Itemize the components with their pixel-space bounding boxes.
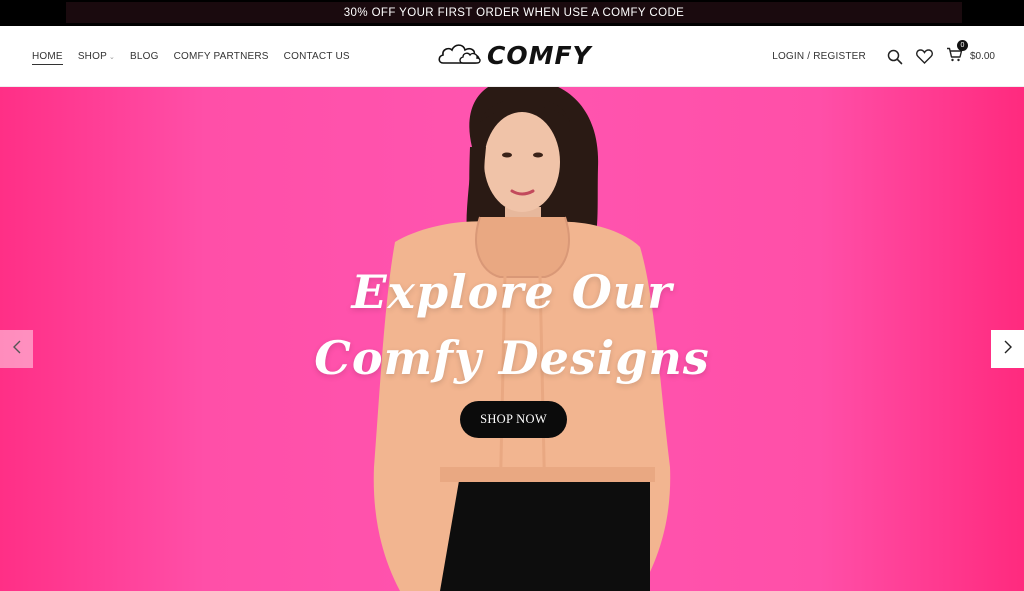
hero-title-line-2: Comfy Designs [314,331,710,385]
logo-text: COMFY [487,41,592,70]
header-tools: LOGIN / REGISTER 0 $0.00 [772,26,995,87]
slider-next-button[interactable] [991,330,1024,368]
nav-comfy-partners[interactable]: COMFY PARTNERS [174,51,269,62]
cart-total: $0.00 [969,51,995,62]
chevron-left-icon [12,340,22,359]
site-logo[interactable]: COMFY [437,39,592,72]
login-register-link[interactable]: LOGIN / REGISTER [772,51,866,62]
promo-banner: 30% OFF YOUR FIRST ORDER WHEN USE A COMF… [66,2,962,23]
promo-text: 30% OFF YOUR FIRST ORDER WHEN USE A COMF… [343,6,685,19]
cloud-icon [437,39,483,72]
nav-shop[interactable]: SHOP ⌄ [78,51,115,62]
nav-shop-label: SHOP [77,51,107,62]
search-icon[interactable] [885,47,905,67]
cart-count-badge: 0 [956,39,968,51]
nav-contact-us[interactable]: CONTACT US [284,51,350,62]
nav-blog[interactable]: BLOG [130,51,159,62]
nav-home[interactable]: HOME [32,51,63,65]
hero-title-line-1: Explore Our [351,265,673,319]
hero-slider: Explore Our Comfy Designs SHOP NOW [0,87,1024,591]
promo-bar: 30% OFF YOUR FIRST ORDER WHEN USE A COMF… [0,0,1024,26]
main-nav: HOME SHOP ⌄ BLOG COMFY PARTNERS CONTACT … [32,26,350,87]
chevron-down-icon: ⌄ [108,53,116,61]
slider-prev-button[interactable] [0,330,33,368]
cart-button[interactable]: 0 $0.00 [946,39,995,67]
chevron-right-icon [1003,340,1013,359]
heart-icon[interactable] [915,47,935,67]
shop-now-button[interactable]: SHOP NOW [460,401,567,438]
site-header: HOME SHOP ⌄ BLOG COMFY PARTNERS CONTACT … [0,26,1024,87]
